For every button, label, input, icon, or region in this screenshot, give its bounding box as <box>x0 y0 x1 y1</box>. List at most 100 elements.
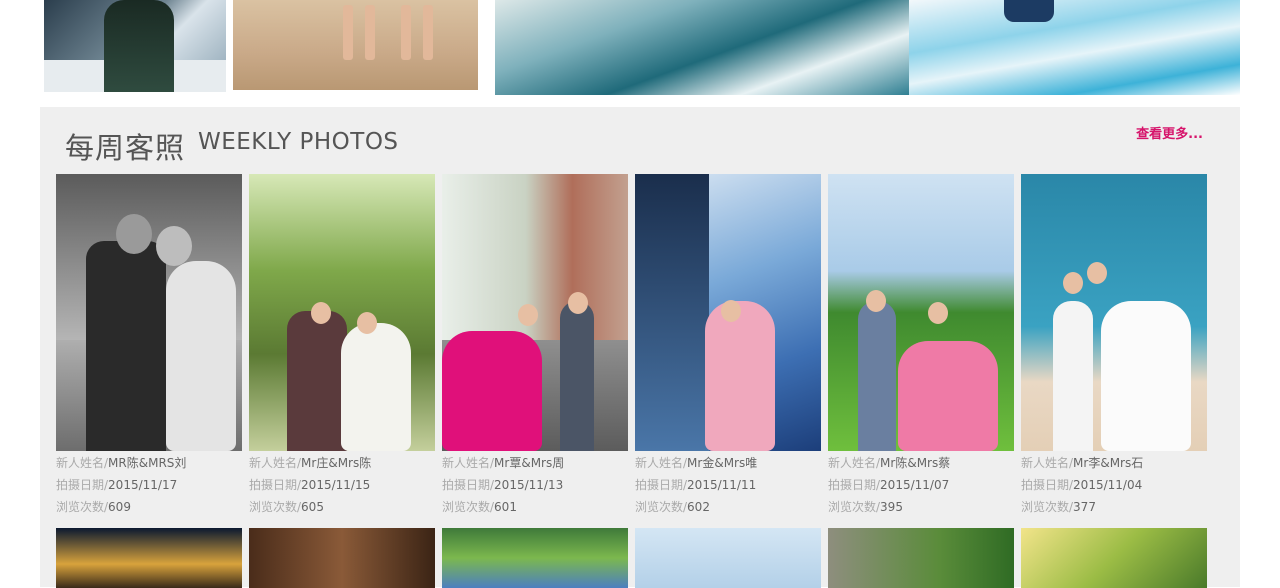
name-label: 新人姓名/ <box>828 456 881 470</box>
leg-shape <box>365 5 375 60</box>
couple-name: Mr金&Mrs唯 <box>687 456 758 470</box>
couple-photo-next[interactable] <box>1021 528 1207 588</box>
name-label: 新人姓名/ <box>249 456 302 470</box>
view-count: 602 <box>687 500 710 514</box>
groom-figure <box>287 311 347 451</box>
photo-card[interactable]: 新人姓名/Mr金&Mrs唯 拍摄日期/2015/11/11 浏览次数/602 <box>635 174 821 518</box>
leg-shape <box>401 5 411 60</box>
groom-head <box>1063 272 1083 294</box>
groom-head <box>116 214 152 254</box>
leg-shape <box>343 5 353 60</box>
couple-name: MR陈&MRS刘 <box>108 456 187 470</box>
couple-photo[interactable] <box>249 174 435 451</box>
photo-card[interactable]: 新人姓名/Mr覃&Mrs周 拍摄日期/2015/11/13 浏览次数/601 <box>442 174 628 518</box>
couple-photo-next[interactable] <box>635 528 821 588</box>
couple-photo-next[interactable] <box>56 528 242 588</box>
shoot-date: 2015/11/11 <box>687 478 757 492</box>
section-title-en: WEEKLY PHOTOS <box>198 129 399 155</box>
leg-shape <box>423 5 433 60</box>
photo-card[interactable]: 新人姓名/Mr陈&Mrs蔡 拍摄日期/2015/11/07 浏览次数/395 <box>828 174 1014 518</box>
couple-photo[interactable] <box>635 174 821 451</box>
groom-head <box>568 292 588 314</box>
couple-figure <box>104 0 174 92</box>
views-label: 浏览次数/ <box>635 500 688 514</box>
shoot-date: 2015/11/17 <box>108 478 178 492</box>
bride-figure <box>1101 301 1191 451</box>
photo-meta: 新人姓名/Mr庄&Mrs陈 拍摄日期/2015/11/15 浏览次数/605 <box>249 452 435 518</box>
date-label: 拍摄日期/ <box>56 478 109 492</box>
name-label: 新人姓名/ <box>635 456 688 470</box>
bride-figure <box>442 331 542 451</box>
top-photo-strip <box>0 0 1280 96</box>
couple-photo[interactable] <box>56 174 242 451</box>
views-row: 浏览次数/601 <box>442 496 628 518</box>
name-row: 新人姓名/MR陈&MRS刘 <box>56 452 242 474</box>
view-count: 377 <box>1073 500 1096 514</box>
name-row: 新人姓名/Mr庄&Mrs陈 <box>249 452 435 474</box>
photo-card[interactable]: 新人姓名/Mr庄&Mrs陈 拍摄日期/2015/11/15 浏览次数/605 <box>249 174 435 518</box>
view-count: 609 <box>108 500 131 514</box>
bride-head <box>928 302 948 324</box>
couple-photo[interactable] <box>828 174 1014 451</box>
photo-meta: 新人姓名/Mr李&Mrs石 拍摄日期/2015/11/04 浏览次数/377 <box>1021 452 1207 518</box>
bride-head <box>156 226 192 266</box>
couple-name: Mr李&Mrs石 <box>1073 456 1144 470</box>
views-label: 浏览次数/ <box>1021 500 1074 514</box>
photo-meta: 新人姓名/Mr覃&Mrs周 拍摄日期/2015/11/13 浏览次数/601 <box>442 452 628 518</box>
couple-name: Mr庄&Mrs陈 <box>301 456 372 470</box>
couple-photo-next[interactable] <box>249 528 435 588</box>
couple-name: Mr陈&Mrs蔡 <box>880 456 951 470</box>
bride-head <box>1087 262 1107 284</box>
weekly-photos-section: 每周客照 WEEKLY PHOTOS 查看更多... 新人姓名/MR陈&MRS刘… <box>40 107 1240 588</box>
date-row: 拍摄日期/2015/11/11 <box>635 474 821 496</box>
section-title-cn: 每周客照 <box>65 131 186 165</box>
groom-figure <box>858 301 896 451</box>
groom-figure <box>560 301 594 451</box>
name-row: 新人姓名/Mr金&Mrs唯 <box>635 452 821 474</box>
views-row: 浏览次数/605 <box>249 496 435 518</box>
shoot-date: 2015/11/04 <box>1073 478 1143 492</box>
date-label: 拍摄日期/ <box>828 478 881 492</box>
couple-photo[interactable] <box>442 174 628 451</box>
banner-photo-waves[interactable] <box>495 0 909 95</box>
bride-figure <box>705 301 775 451</box>
view-count: 395 <box>880 500 903 514</box>
views-label: 浏览次数/ <box>249 500 302 514</box>
photo-meta: 新人姓名/Mr金&Mrs唯 拍摄日期/2015/11/11 浏览次数/602 <box>635 452 821 518</box>
bride-figure <box>341 323 411 451</box>
date-row: 拍摄日期/2015/11/07 <box>828 474 1014 496</box>
views-row: 浏览次数/609 <box>56 496 242 518</box>
banner-photo-yacht[interactable] <box>44 0 226 92</box>
date-row: 拍摄日期/2015/11/13 <box>442 474 628 496</box>
date-row: 拍摄日期/2015/11/17 <box>56 474 242 496</box>
views-label: 浏览次数/ <box>56 500 109 514</box>
shoot-date: 2015/11/07 <box>880 478 950 492</box>
groom-head <box>311 302 331 324</box>
photo-meta: 新人姓名/MR陈&MRS刘 拍摄日期/2015/11/17 浏览次数/609 <box>56 452 242 518</box>
shoot-date: 2015/11/13 <box>494 478 564 492</box>
groom-figure <box>86 241 166 451</box>
groom-figure <box>1053 301 1093 451</box>
photo-meta: 新人姓名/Mr陈&Mrs蔡 拍摄日期/2015/11/07 浏览次数/395 <box>828 452 1014 518</box>
couple-photo-next[interactable] <box>442 528 628 588</box>
view-more-link[interactable]: 查看更多... <box>1136 123 1203 142</box>
bride-head <box>357 312 377 334</box>
date-row: 拍摄日期/2015/11/04 <box>1021 474 1207 496</box>
bride-head <box>721 300 741 322</box>
couple-name: Mr覃&Mrs周 <box>494 456 565 470</box>
date-label: 拍摄日期/ <box>249 478 302 492</box>
banner-photo-surf[interactable] <box>909 0 1240 95</box>
name-row: 新人姓名/Mr李&Mrs石 <box>1021 452 1207 474</box>
couple-photo-next[interactable] <box>828 528 1014 588</box>
bride-figure <box>166 261 236 451</box>
couple-photo[interactable] <box>1021 174 1207 451</box>
name-row: 新人姓名/Mr覃&Mrs周 <box>442 452 628 474</box>
date-label: 拍摄日期/ <box>635 478 688 492</box>
name-row: 新人姓名/Mr陈&Mrs蔡 <box>828 452 1014 474</box>
couple-figure <box>1004 0 1054 22</box>
views-label: 浏览次数/ <box>442 500 495 514</box>
bride-figure <box>898 341 998 451</box>
photo-card[interactable]: 新人姓名/Mr李&Mrs石 拍摄日期/2015/11/04 浏览次数/377 <box>1021 174 1207 518</box>
photo-card[interactable]: 新人姓名/MR陈&MRS刘 拍摄日期/2015/11/17 浏览次数/609 <box>56 174 242 518</box>
banner-photo-beach-feet[interactable] <box>233 0 478 90</box>
